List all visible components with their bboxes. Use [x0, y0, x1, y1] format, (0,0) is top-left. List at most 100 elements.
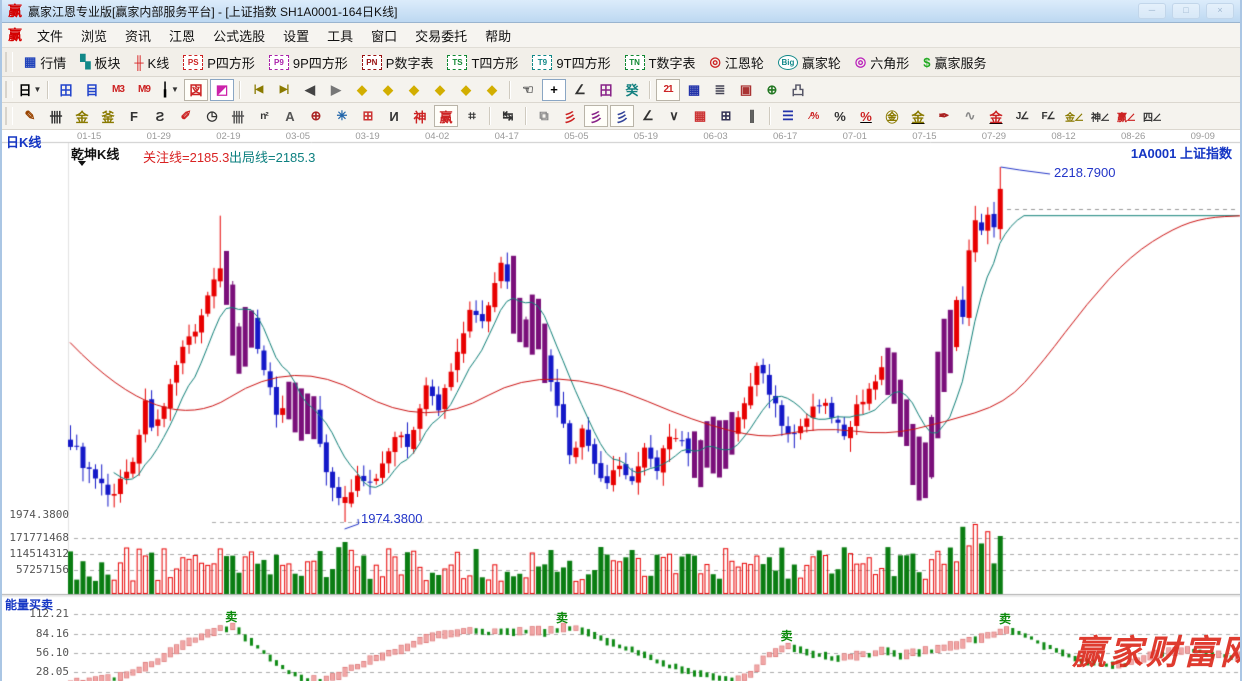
gann-wheel-button[interactable]: ◎江恩轮 — [703, 51, 771, 74]
menu-3[interactable]: 江恩 — [160, 27, 204, 46]
time-cycle-icon[interactable]: ◷ — [200, 105, 224, 127]
shen-angle-icon[interactable]: 神∠ — [1088, 105, 1112, 127]
crosshair-icon[interactable]: + — [542, 79, 566, 101]
maximize-button[interactable]: □ — [1172, 3, 1200, 19]
zigzag-dotted-icon[interactable]: ∨ — [662, 105, 686, 127]
toolbar-grip[interactable] — [5, 107, 13, 125]
ray-fan-red-icon[interactable]: 彡 — [558, 105, 582, 127]
ruler-123-icon[interactable]: ⌗ — [460, 105, 484, 127]
diamond-shift-right-icon[interactable]: ◆ — [376, 79, 400, 101]
wave-9-icon[interactable]: M9 — [132, 79, 156, 101]
gann-scale-icon[interactable]: 卌 — [44, 105, 68, 127]
t-number-table-button[interactable]: TNT数字表 — [618, 51, 703, 74]
color-histogram-icon[interactable]: ◩ — [210, 79, 234, 101]
toolbar-grip[interactable] — [5, 81, 13, 99]
nine-p-square-button[interactable]: P99P四方形 — [262, 51, 355, 74]
toolbar-grip[interactable] — [5, 52, 13, 72]
p-number-table-button[interactable]: PNP数字表 — [355, 51, 441, 74]
kline-button[interactable]: ╫K线 — [127, 51, 176, 74]
menu-6[interactable]: 工具 — [318, 27, 362, 46]
si-angle-icon[interactable]: 四∠ — [1140, 105, 1164, 127]
grid-red-icon[interactable]: ▦ — [688, 105, 712, 127]
ying-tool-icon[interactable]: 赢 — [434, 105, 458, 127]
star-web-icon[interactable]: ✳ — [330, 105, 354, 127]
winner-service-button[interactable]: $赢家服务 — [916, 51, 993, 74]
shen-tool-icon[interactable]: 神 — [408, 105, 432, 127]
spiral-icon[interactable]: Ƨ — [148, 105, 172, 127]
golden-circle-icon[interactable]: ㊎ — [880, 105, 904, 127]
region-map-icon[interactable]: 図 — [184, 79, 208, 101]
parallel-lines-icon[interactable]: ∥ — [740, 105, 764, 127]
j-angle-icon[interactable]: J∠ — [1010, 105, 1034, 127]
wave-3-icon[interactable]: M3 — [106, 79, 130, 101]
winner-wheel-button[interactable]: Big赢家轮 — [771, 51, 848, 74]
quotes-button[interactable]: ▦行情 — [17, 51, 73, 74]
menu-5[interactable]: 设置 — [274, 27, 318, 46]
grid-web-icon[interactable]: ⊞ — [356, 105, 380, 127]
menu-2[interactable]: 资讯 — [116, 27, 160, 46]
next-candle-icon[interactable]: ▶ — [324, 79, 348, 101]
grid-arrow-icon[interactable]: ⊞ — [714, 105, 738, 127]
diamond-expand-h-icon[interactable]: ◆ — [402, 79, 426, 101]
chart-canvas[interactable] — [2, 130, 1240, 681]
golden-line-icon[interactable]: 金 — [906, 105, 930, 127]
percent-icon[interactable]: % — [828, 105, 852, 127]
menu-0[interactable]: 文件 — [28, 27, 72, 46]
ray-box-blue-icon[interactable]: 彡 — [610, 105, 634, 127]
minimize-button[interactable]: ─ — [1138, 3, 1166, 19]
golden-section-icon[interactable]: 金 — [70, 105, 94, 127]
wave-a-icon[interactable]: ∿ — [958, 105, 982, 127]
gold-angle-icon[interactable]: 金∠ — [1062, 105, 1086, 127]
printer-icon[interactable]: 凸 — [786, 79, 810, 101]
diamond-expand-v-icon[interactable]: ◆ — [428, 79, 452, 101]
golden-strike-icon[interactable]: 金 — [984, 105, 1008, 127]
diamond-zoom-in-icon[interactable]: ◆ — [454, 79, 478, 101]
brush-icon[interactable]: ✎ — [18, 105, 42, 127]
kline-type-dropdown-icon[interactable] — [78, 161, 86, 166]
a-vertical-icon[interactable]: A — [278, 105, 302, 127]
p-square-button[interactable]: PSP四方形 — [176, 51, 262, 74]
golden-box-icon[interactable]: 釜 — [96, 105, 120, 127]
price-scale-icon[interactable]: 卌 — [226, 105, 250, 127]
angle-fan-icon[interactable]: ∠ — [636, 105, 660, 127]
diamond-zoom-out-icon[interactable]: ◆ — [480, 79, 504, 101]
first-page-icon[interactable]: |◀ — [246, 79, 270, 101]
ink-brush-icon[interactable]: ✒ — [932, 105, 956, 127]
diamond-shift-left-icon[interactable]: ◆ — [350, 79, 374, 101]
hexagon-button[interactable]: ◎六角形 — [848, 51, 916, 74]
circle-cross-icon[interactable]: ⊕ — [304, 105, 328, 127]
nine-t-square-button[interactable]: T99T四方形 — [525, 51, 617, 74]
span-measure-icon[interactable]: ↹ — [496, 105, 520, 127]
menu-9[interactable]: 帮助 — [476, 27, 520, 46]
red-brush-icon[interactable]: ✐ — [174, 105, 198, 127]
volume-ladder-icon[interactable]: ☰ — [776, 105, 800, 127]
close-button[interactable]: × — [1206, 3, 1234, 19]
calculator-icon[interactable]: ▦ — [682, 79, 706, 101]
f-angle-icon[interactable]: F∠ — [1036, 105, 1060, 127]
web-globe-icon[interactable]: ⊕ — [760, 79, 784, 101]
prev-candle-icon[interactable]: ◀ — [298, 79, 322, 101]
wave-fan-icon[interactable]: 癸 — [620, 79, 644, 101]
k-segment-icon[interactable]: И — [382, 105, 406, 127]
save-disk-icon[interactable]: ▣ — [734, 79, 758, 101]
hand-pan-icon[interactable]: ☜ — [516, 79, 540, 101]
menu-7[interactable]: 窗口 — [362, 27, 406, 46]
percent-strike-icon[interactable]: ∕% — [802, 105, 826, 127]
notepad-icon[interactable]: ≣ — [708, 79, 732, 101]
f-scale-icon[interactable]: F — [122, 105, 146, 127]
n-square-icon[interactable]: n² — [252, 105, 276, 127]
last-page-icon[interactable]: ▶| — [272, 79, 296, 101]
calendar-icon[interactable]: 21 — [656, 79, 680, 101]
f10-info-icon[interactable]: 目 — [80, 79, 104, 101]
gann-box-purple-icon[interactable]: 田 — [594, 79, 618, 101]
t-square-button[interactable]: TST四方形 — [440, 51, 525, 74]
percent-line-icon[interactable]: % — [854, 105, 878, 127]
box-resize-icon[interactable]: ⧉ — [532, 105, 556, 127]
sectors-button[interactable]: ▚板块 — [73, 51, 127, 74]
menu-4[interactable]: 公式选股 — [204, 27, 274, 46]
title-bar[interactable]: 赢 赢家江恩专业版[赢家内部服务平台] - [上证指数 SH1A0001-164… — [2, 0, 1240, 23]
menu-1[interactable]: 浏览 — [72, 27, 116, 46]
candle-style-button[interactable]: ╽▼ — [158, 79, 182, 101]
ray-box-purple-icon[interactable]: 彡 — [584, 105, 608, 127]
menu-8[interactable]: 交易委托 — [406, 27, 476, 46]
